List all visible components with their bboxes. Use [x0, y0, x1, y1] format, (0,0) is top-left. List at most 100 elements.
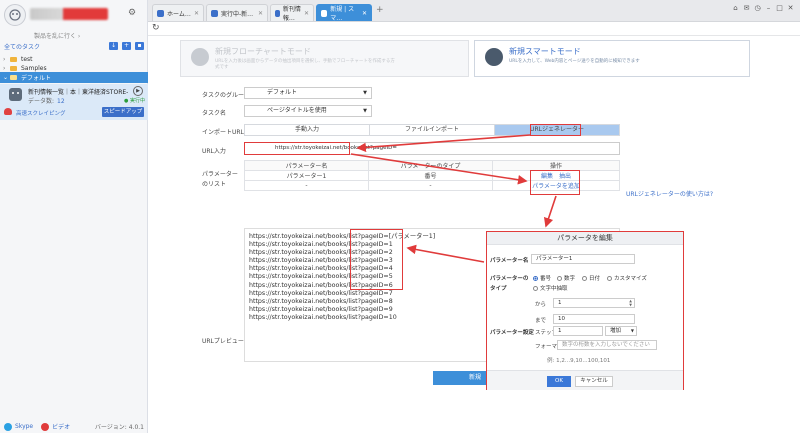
preview-url-line: https://str.toyokeizai.net/books/list?pa…	[249, 313, 397, 321]
back-link[interactable]: 製品を乱に行く ›	[34, 31, 80, 40]
caret-down-icon: ▼	[363, 108, 367, 114]
preview-url-line: https://str.toyokeizai.net/books/list?pa…	[249, 233, 436, 240]
type-radio-extract[interactable]: 文字中抽取	[533, 284, 568, 292]
gear-icon[interactable]: ⚙	[128, 8, 136, 18]
tab-bar: ホーム… ✕ 実行中-新… ✕ 新刊情報… ✕ 新規 | スマ… ✕ + ⌂ ✉…	[148, 0, 800, 22]
speedup-button[interactable]: スピードアップ	[102, 107, 144, 117]
app-logo-icon	[4, 4, 26, 26]
tab-icon	[211, 9, 218, 17]
param-type-label: パラメーターのタイプ	[490, 276, 529, 292]
type-radio-number[interactable]: 番号	[533, 274, 551, 282]
highlight-url-generator	[530, 124, 581, 136]
preview-url-line: https://str.toyokeizai.net/books/list?pa…	[249, 305, 393, 313]
sidebar-footer: Skype ビデオ バージョン: 4.0.1	[0, 420, 148, 433]
window-controls: ⌂ ✉ ◷ – □ ✕	[730, 4, 796, 12]
param-name-label: パラメーター名	[490, 258, 529, 264]
feedback-icon[interactable]: ◷	[752, 4, 763, 12]
caret-down-icon: ▼	[630, 328, 634, 333]
minimize-icon[interactable]: –	[763, 4, 774, 12]
preview-url-line: https://str.toyokeizai.net/books/list?pa…	[249, 257, 393, 265]
robot-icon	[485, 48, 503, 66]
preview-url-line: https://str.toyokeizai.net/books/list?pa…	[249, 273, 393, 281]
toolbar: ↻	[148, 22, 800, 36]
type-radio-custom[interactable]: カスタマイズ	[607, 274, 647, 282]
tab-file-import[interactable]: ファイルインポート	[370, 125, 495, 135]
chevron-right-icon: ›	[3, 65, 6, 72]
task-name-label: タスク名	[202, 110, 227, 117]
tab-manual-input[interactable]: 手動入力	[245, 125, 370, 135]
refresh-icon[interactable]: ↻	[152, 23, 160, 33]
format-example: 例: 1,2...9,10...100,101	[547, 358, 611, 364]
urlgen-help-link[interactable]: URLジェネレーターの使い方は?	[626, 189, 713, 198]
param-type-header: パラメーターのタイプ	[368, 160, 493, 171]
url-preview-list: https://str.toyokeizai.net/books/list?pa…	[249, 233, 435, 322]
cancel-button[interactable]: キャンセル	[575, 376, 613, 387]
run-icon[interactable]: ▶	[133, 86, 143, 96]
preview-url-line: https://str.toyokeizai.net/books/list?pa…	[249, 241, 393, 249]
from-label: から	[535, 302, 547, 308]
preview-url-line: https://str.toyokeizai.net/books/list?pa…	[249, 289, 393, 297]
folder-icon	[10, 75, 17, 80]
smart-mode-card[interactable]: 新規スマートモード URLを入力して、Web内容とページ送りを自動的に検知できま…	[474, 40, 750, 77]
preview-url-line: https://str.toyokeizai.net/books/list?pa…	[249, 249, 393, 257]
to-input[interactable]: 10	[553, 314, 635, 324]
scraping-mode-label[interactable]: 高速スクレイピング	[16, 109, 66, 117]
edit-parameter-dialog: パラメータを編集 パラメーター名 パラメーター1 パラメーターのタイプ 番号 数…	[486, 231, 684, 390]
spinner-icon[interactable]: ▲ ▼	[629, 299, 632, 307]
ok-button[interactable]: OK	[547, 376, 571, 387]
format-input[interactable]: 数字の桁数を入力しないでください	[557, 340, 657, 350]
window-close-icon[interactable]: ✕	[785, 4, 796, 12]
status-badge: ● 実行中	[124, 98, 145, 104]
maximize-icon[interactable]: □	[774, 4, 785, 12]
group-select[interactable]: デフォルト ▼	[244, 87, 372, 99]
folder-item-default[interactable]: ⌄ デフォルト	[0, 72, 148, 83]
highlight-url-input	[244, 142, 350, 155]
task-item[interactable]: 新刊情報一覧｜本｜東洋経済STORE-スク… データ数:12 ▶ ● 実行中 高…	[0, 84, 148, 120]
mail-icon[interactable]: ✉	[741, 4, 752, 12]
robot-icon	[9, 88, 22, 101]
type-radio-date[interactable]: 日付	[582, 274, 600, 282]
group-label: タスクのグループ	[202, 92, 250, 99]
folder-icon	[10, 57, 17, 62]
caret-down-icon: ▼	[363, 90, 367, 96]
chevron-right-icon: ›	[3, 56, 6, 63]
flowchart-mode-card[interactable]: 新規フローチャートモード URLを入力後は画面からデータの抽出項目を選択し、手動…	[180, 40, 469, 77]
import-icon[interactable]: ↓	[109, 42, 118, 50]
tab-new-smart[interactable]: 新規 | スマ… ✕	[316, 4, 372, 22]
tab-home[interactable]: ホーム… ✕	[152, 4, 204, 21]
to-label: まで	[535, 318, 547, 324]
add-task-icon[interactable]: +	[122, 42, 131, 50]
step-input[interactable]: 1	[553, 326, 603, 336]
highlight-param-ops	[530, 170, 580, 195]
video-icon	[41, 422, 50, 431]
flowchart-icon	[191, 48, 209, 66]
tab-icon	[321, 9, 328, 17]
tab-icon	[275, 9, 280, 17]
tab-running[interactable]: 実行中-新… ✕	[206, 4, 268, 21]
close-icon[interactable]: ✕	[194, 10, 199, 17]
param-name-header: パラメーター名	[244, 160, 369, 171]
preview-url-line: https://str.toyokeizai.net/books/list?pa…	[249, 265, 393, 273]
close-icon[interactable]: ✕	[304, 10, 309, 17]
close-icon[interactable]: ✕	[362, 10, 367, 17]
url-input-label: URL入力	[202, 148, 226, 155]
task-name-select[interactable]: ページタイトルを使用 ▼	[244, 105, 372, 117]
param-name-input[interactable]: パラメーター1	[531, 254, 635, 264]
from-input[interactable]: 1 ▲ ▼	[553, 298, 635, 308]
skype-link[interactable]: Skype	[15, 423, 33, 430]
close-icon[interactable]: ✕	[258, 10, 263, 17]
cloud-icon	[4, 108, 12, 115]
param-list-label: パラメーターのリスト	[202, 171, 238, 188]
folder-icon	[10, 66, 17, 71]
user-name-redacted	[30, 8, 108, 20]
gift-icon[interactable]: ⌂	[730, 4, 741, 12]
sidebar: ⚙ 製品を乱に行く › 全てのタスク ↓ + ▪ › test › Sample…	[0, 0, 148, 433]
video-link[interactable]: ビデオ	[52, 422, 70, 431]
all-tasks-link[interactable]: 全てのタスク	[4, 42, 109, 51]
task-data-count: データ数: 12	[28, 98, 65, 105]
tab-new-books[interactable]: 新刊情報… ✕	[270, 4, 314, 22]
type-radio-digits[interactable]: 数字	[557, 274, 575, 282]
new-tab-icon[interactable]: +	[376, 5, 384, 15]
folder-add-icon[interactable]: ▪	[135, 42, 144, 50]
order-select[interactable]: 増加 ▼	[605, 326, 637, 336]
